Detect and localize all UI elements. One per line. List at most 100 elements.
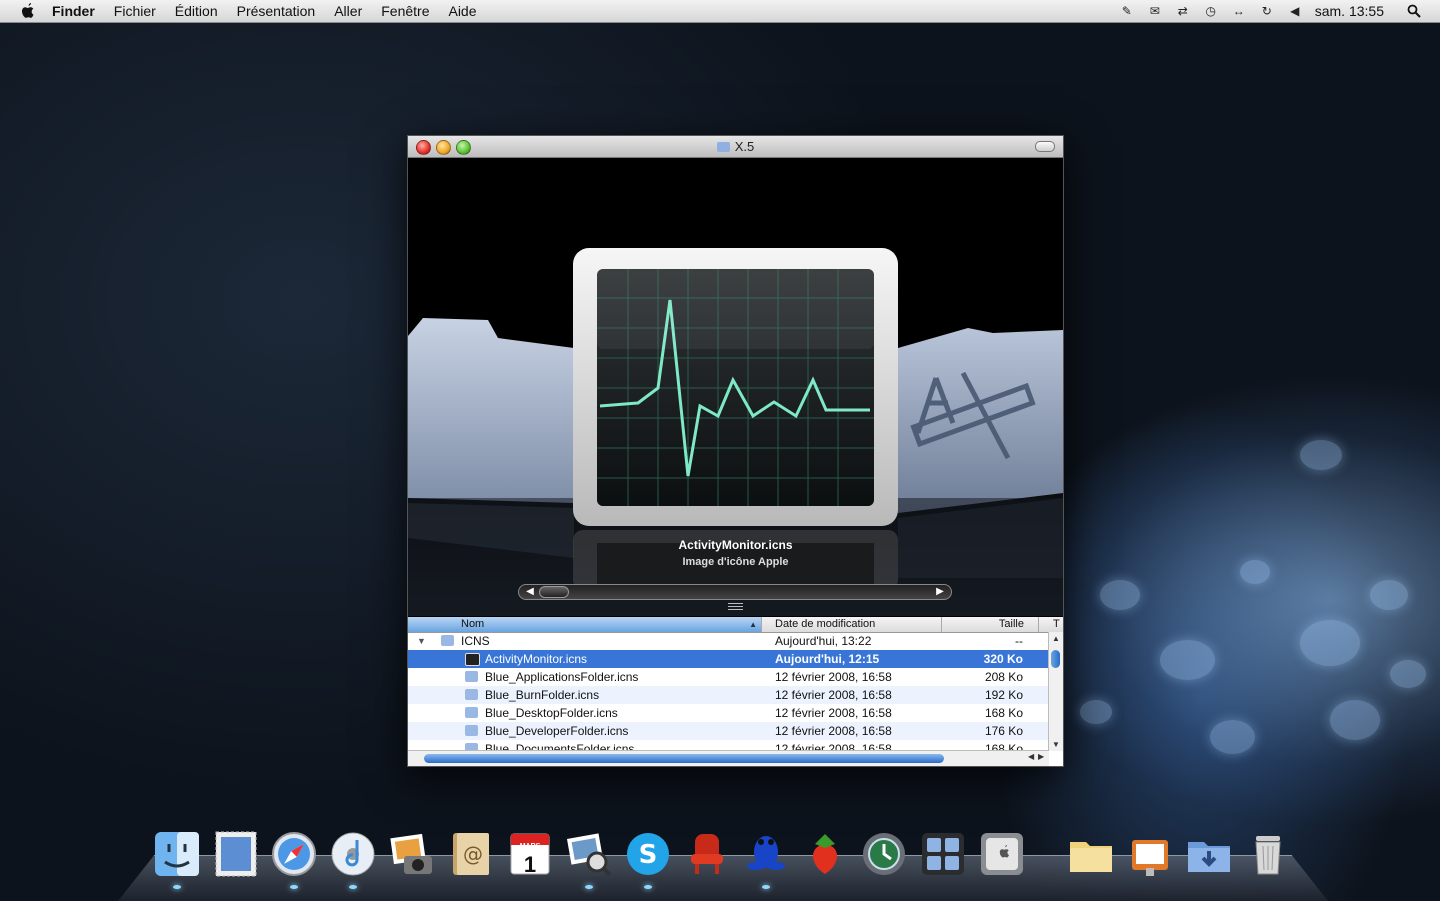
- spotlight-search-icon[interactable]: [1406, 3, 1422, 19]
- dock-iphoto-icon[interactable]: [386, 828, 438, 880]
- list-item[interactable]: Blue_ApplicationsFolder.icns 12 février …: [408, 668, 1048, 686]
- cover-flow-scroll-thumb[interactable]: [539, 586, 569, 598]
- menu-fichier[interactable]: Fichier: [114, 3, 156, 19]
- dock-preview-icon[interactable]: [563, 828, 615, 880]
- cover-flow-scrollbar[interactable]: ◀ ▶: [518, 584, 952, 600]
- menu-edition[interactable]: Édition: [175, 3, 218, 19]
- sync-icon[interactable]: ⇄: [1175, 3, 1191, 19]
- dock-trash-icon[interactable]: [1242, 828, 1294, 880]
- svg-text:@: @: [463, 842, 483, 866]
- horizontal-scroll-thumb[interactable]: [424, 754, 944, 763]
- wallpaper-bubble: [1330, 700, 1380, 740]
- column-name-label: Nom: [461, 618, 485, 630]
- menu-presentation[interactable]: Présentation: [237, 3, 316, 19]
- running-indicator: [349, 885, 357, 889]
- dock-chair-icon[interactable]: [681, 828, 733, 880]
- time-machine-icon[interactable]: ◷: [1203, 3, 1219, 19]
- folder-icon: [716, 142, 730, 152]
- file-name: ICNS: [461, 634, 490, 648]
- apple-menu-icon[interactable]: [18, 1, 38, 21]
- dock-strawberry-icon[interactable]: [799, 828, 851, 880]
- vertical-scroll-thumb[interactable]: [1051, 650, 1060, 668]
- running-indicator: [585, 885, 593, 889]
- list-item[interactable]: Blue_DesktopFolder.icns 12 février 2008,…: [408, 704, 1048, 722]
- window-title-text: X.5: [734, 139, 755, 154]
- scroll-right-arrow-icon[interactable]: ▶: [1038, 752, 1044, 761]
- file-name: Blue_DeveloperFolder.icns: [485, 724, 629, 738]
- column-kind-header[interactable]: T: [1039, 617, 1063, 632]
- column-date-header[interactable]: Date de modification: [762, 617, 942, 632]
- file-date: 12 février 2008, 16:58: [775, 688, 892, 702]
- dock-spaces-icon[interactable]: [917, 828, 969, 880]
- ical-month-label: MARS: [519, 843, 541, 850]
- finder-window: X.5 ActivityMonitor.icns Image d'icône A…: [407, 135, 1064, 767]
- scroll-down-arrow-icon[interactable]: ▼: [1049, 740, 1063, 749]
- window-titlebar[interactable]: X.5: [408, 136, 1063, 158]
- dock-folder-icon[interactable]: [1065, 828, 1117, 880]
- file-date: Aujourd'hui, 13:22: [775, 634, 872, 648]
- dock-skype-icon[interactable]: S: [622, 828, 674, 880]
- disclosure-triangle-icon[interactable]: ▼: [417, 632, 426, 650]
- cover-flow-file-kind: Image d'icône Apple: [682, 556, 789, 568]
- menubar-clock[interactable]: sam. 13:55: [1315, 3, 1384, 19]
- icns-file-icon: [465, 689, 478, 700]
- wallpaper-bubble: [1390, 660, 1426, 688]
- wallpaper-bubble: [1080, 700, 1112, 724]
- file-size: 208 Ko: [984, 670, 1023, 684]
- dock-stack-icon[interactable]: [1124, 828, 1176, 880]
- file-list-view: Nom ▲ Date de modification Taille T ▼ ICN…: [408, 617, 1063, 766]
- file-size: 168 Ko: [984, 706, 1023, 720]
- wallpaper-bubble: [1300, 620, 1360, 666]
- dock-time-machine-icon[interactable]: [858, 828, 910, 880]
- mail-icon[interactable]: ✉: [1147, 3, 1163, 19]
- bird-icon[interactable]: ✎: [1119, 3, 1135, 19]
- scroll-left-arrow-icon[interactable]: ◀: [521, 585, 539, 599]
- file-name: Blue_DesktopFolder.icns: [485, 706, 618, 720]
- file-name: Blue_BurnFolder.icns: [485, 688, 600, 702]
- list-item[interactable]: Blue_DeveloperFolder.icns 12 février 200…: [408, 722, 1048, 740]
- column-name-header[interactable]: Nom ▲: [408, 617, 762, 632]
- menu-aide[interactable]: Aide: [448, 3, 476, 19]
- dock-downloads-icon[interactable]: [1183, 828, 1235, 880]
- arrows-icon[interactable]: ↔: [1231, 3, 1247, 19]
- refresh-icon[interactable]: ↻: [1259, 3, 1275, 19]
- scroll-left-arrow-icon[interactable]: ◀: [1028, 752, 1034, 761]
- ical-day-label: 1: [523, 852, 537, 877]
- dock-ical-icon[interactable]: MARS 1: [504, 828, 556, 880]
- scroll-right-arrow-icon[interactable]: ▶: [931, 585, 949, 599]
- volume-icon[interactable]: ◀: [1287, 3, 1303, 19]
- svg-text:S: S: [639, 840, 658, 870]
- icns-file-icon: [465, 653, 480, 666]
- wallpaper-bubble: [1300, 440, 1342, 470]
- split-view-handle[interactable]: [728, 603, 743, 611]
- toolbar-toggle-button[interactable]: [1035, 141, 1055, 152]
- wallpaper-bubble: [1100, 580, 1140, 610]
- running-indicator: [290, 885, 298, 889]
- list-item-activitymonitor[interactable]: ActivityMonitor.icns Aujourd'hui, 12:15 …: [408, 650, 1048, 668]
- vertical-scrollbar[interactable]: ▲ ▼: [1048, 632, 1063, 751]
- left-folder-cover: [408, 318, 574, 503]
- running-indicator: [762, 885, 770, 889]
- menu-aller[interactable]: Aller: [334, 3, 362, 19]
- scroll-up-arrow-icon[interactable]: ▲: [1049, 634, 1063, 643]
- dock-itunes-icon[interactable]: [327, 828, 379, 880]
- running-indicator: [644, 885, 652, 889]
- cover-flow-view[interactable]: ActivityMonitor.icns Image d'icône Apple…: [408, 158, 1063, 616]
- file-size: --: [1015, 634, 1023, 648]
- dock-address-book-icon[interactable]: @: [445, 828, 497, 880]
- dock-mail-stamp-icon[interactable]: [210, 828, 262, 880]
- dock-safari-icon[interactable]: [268, 828, 320, 880]
- list-item[interactable]: Blue_BurnFolder.icns 12 février 2008, 16…: [408, 686, 1048, 704]
- dock-finder-icon[interactable]: [151, 828, 203, 880]
- menu-app-finder[interactable]: Finder: [52, 3, 95, 19]
- cover-flow-file-title: ActivityMonitor.icns: [678, 538, 793, 552]
- wallpaper-bubble: [1210, 720, 1255, 754]
- dock-system-preferences-icon[interactable]: [976, 828, 1028, 880]
- running-indicator: [173, 885, 181, 889]
- column-size-header[interactable]: Taille: [942, 617, 1039, 632]
- wallpaper-bubble: [1370, 580, 1408, 610]
- list-folder-row[interactable]: ▼ ICNS Aujourd'hui, 13:22 --: [408, 632, 1048, 650]
- horizontal-scrollbar[interactable]: ◀ ▶: [408, 750, 1049, 766]
- menu-fenetre[interactable]: Fenêtre: [381, 3, 429, 19]
- dock-frog-icon[interactable]: [740, 828, 792, 880]
